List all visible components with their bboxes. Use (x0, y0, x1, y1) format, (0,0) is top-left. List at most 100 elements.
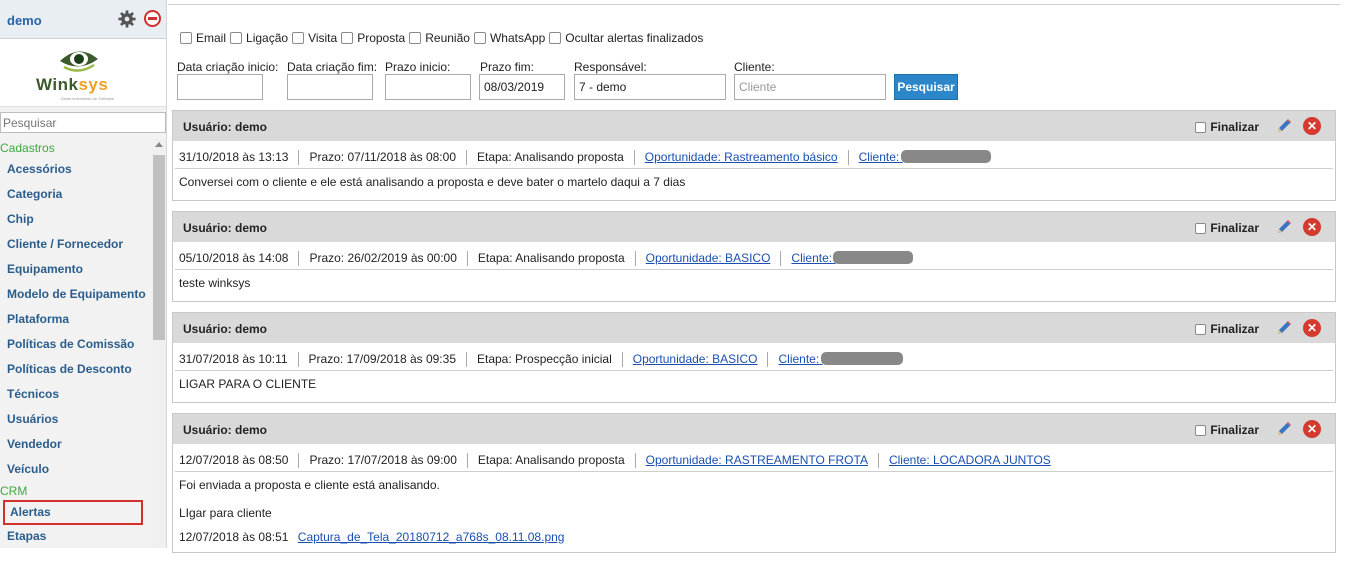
data-criacao-fim-input[interactable] (287, 74, 373, 100)
sidebar-item-cliente-fornecedor[interactable]: Cliente / Fornecedor (0, 232, 152, 257)
delete-alert-icon[interactable]: ✕ (1303, 319, 1321, 337)
checkbox-icon[interactable] (549, 32, 562, 44)
checkbox-icon[interactable] (473, 32, 486, 44)
checkbox-icon[interactable] (409, 32, 422, 44)
alert-card-header: Usuário: demo Finalizar ✕ (173, 111, 1335, 141)
delete-alert-icon[interactable]: ✕ (1303, 218, 1321, 236)
filter-reuniao-checkbox[interactable]: Reunião (409, 31, 470, 45)
filter-ocultar-finalizados-checkbox[interactable]: Ocultar alertas finalizados (549, 31, 703, 45)
alert-etapa: Etapa: Prospecção inicial (477, 352, 612, 366)
finalizar-checkbox[interactable]: Finalizar (1195, 221, 1259, 235)
alert-date: 12/07/2018 às 08:50 (179, 453, 289, 467)
scrollbar-thumb[interactable] (153, 155, 165, 340)
sidebar-search-wrap (0, 112, 166, 133)
alert-prazo: Prazo: 17/07/2018 às 09:00 (309, 453, 457, 467)
alert-oportunidade-link[interactable]: Oportunidade: RASTREAMENTO FROTA (646, 453, 868, 468)
checkbox-icon[interactable] (1195, 121, 1207, 133)
sidebar-item-vendedor[interactable]: Vendedor (0, 432, 152, 457)
sidebar-item-alertas[interactable]: Alertas (3, 500, 143, 525)
edit-pencil-icon[interactable] (1275, 319, 1293, 337)
checkbox-icon[interactable] (341, 32, 354, 44)
prazo-fim-label: Prazo fim: (480, 60, 535, 74)
edit-pencil-icon[interactable] (1275, 218, 1293, 236)
checkbox-icon[interactable] (292, 32, 305, 44)
checkbox-icon[interactable] (1195, 222, 1207, 234)
data-criacao-fim-label: Data criação fim: (287, 60, 378, 74)
scroll-up-arrow-icon[interactable] (155, 142, 163, 147)
filter-whatsapp-label: WhatsApp (489, 31, 546, 45)
finalizar-checkbox[interactable]: Finalizar (1195, 423, 1259, 437)
cliente-label: Cliente: (734, 60, 775, 74)
sidebar-item-veiculo[interactable]: Veículo (0, 457, 152, 482)
alert-type-filters: Email Ligação Visita Proposta Reunião Wh… (180, 29, 707, 47)
filter-whatsapp-checkbox[interactable]: WhatsApp (473, 31, 546, 45)
prazo-fim-input[interactable] (479, 74, 565, 100)
alert-cliente-link[interactable]: Cliente: (778, 352, 903, 367)
filter-email-label: Email (196, 31, 227, 45)
checkbox-icon[interactable] (1195, 323, 1207, 335)
sidebar-item-equipamento[interactable]: Equipamento (0, 257, 152, 282)
data-criacao-inicio-input[interactable] (177, 74, 263, 100)
alert-text: Conversei com o cliente e ele está anali… (179, 175, 686, 189)
sidebar-item-chip[interactable]: Chip (0, 207, 152, 232)
meta-separator (297, 352, 299, 367)
checkbox-icon[interactable] (1195, 424, 1207, 436)
checkbox-icon[interactable] (230, 32, 243, 44)
sidebar-item-acessorios[interactable]: Acessórios (0, 157, 152, 182)
meta-separator (767, 352, 769, 367)
filter-ligacao-checkbox[interactable]: Ligação (230, 31, 288, 45)
alert-user: Usuário: demo (183, 322, 268, 336)
current-user[interactable]: demo (7, 13, 42, 28)
cliente-input[interactable] (734, 74, 886, 100)
alert-text: LIGAR PARA O CLIENTE (179, 377, 317, 391)
sidebar-item-etapas[interactable]: Etapas (0, 525, 152, 548)
sidebar-scrollbar[interactable] (152, 139, 166, 548)
filter-visita-label: Visita (308, 31, 338, 45)
alert-cliente-link[interactable]: Cliente: LOCADORA JUNTOS (889, 453, 1051, 468)
alert-oportunidade-link[interactable]: Oportunidade: BASICO (646, 251, 771, 266)
alert-prazo: Prazo: 07/11/2018 às 08:00 (309, 150, 456, 164)
finalizar-label: Finalizar (1210, 322, 1259, 336)
alert-card: Usuário: demo Finalizar ✕ 05/10/2018 às … (172, 211, 1336, 302)
edit-pencil-icon[interactable] (1275, 420, 1293, 438)
finalizar-checkbox[interactable]: Finalizar (1195, 120, 1259, 134)
filter-proposta-label: Proposta (357, 31, 406, 45)
sidebar-item-politicas-desconto[interactable]: Políticas de Desconto (0, 357, 152, 382)
meta-separator (877, 453, 879, 468)
sidebar-item-tecnicos[interactable]: Técnicos (0, 382, 152, 407)
checkbox-icon[interactable] (180, 32, 192, 44)
meta-separator (780, 251, 782, 266)
alert-cliente-link[interactable]: Cliente: (859, 150, 991, 165)
sidebar-section-crm[interactable]: CRM (0, 482, 152, 500)
delete-alert-icon[interactable]: ✕ (1303, 420, 1321, 438)
finalizar-checkbox[interactable]: Finalizar (1195, 322, 1259, 336)
meta-separator (466, 453, 468, 468)
sidebar-section-cadastros[interactable]: Cadastros (0, 139, 152, 157)
alert-oportunidade-link[interactable]: Oportunidade: BASICO (633, 352, 758, 367)
sidebar-item-plataforma[interactable]: Plataforma (0, 307, 152, 332)
alert-meta: 12/07/2018 às 08:50 Prazo: 17/07/2018 às… (173, 444, 1335, 471)
alert-text: Foi enviada a proposta e cliente está an… (179, 478, 440, 492)
sidebar-item-politicas-comissao[interactable]: Políticas de Comissão (0, 332, 152, 357)
alert-cliente-link[interactable]: Cliente: (791, 251, 914, 266)
filter-email-checkbox[interactable]: Email (180, 31, 226, 45)
gear-icon[interactable] (118, 10, 136, 28)
filter-ocultar-finalizados-label: Ocultar alertas finalizados (565, 31, 704, 45)
responsavel-input[interactable] (574, 74, 726, 100)
alert-oportunidade-link[interactable]: Oportunidade: Rastreamento básico (645, 150, 838, 165)
sidebar-item-usuarios[interactable]: Usuários (0, 407, 152, 432)
filter-visita-checkbox[interactable]: Visita (292, 31, 337, 45)
filter-proposta-checkbox[interactable]: Proposta (341, 31, 405, 45)
delete-alert-icon[interactable]: ✕ (1303, 117, 1321, 135)
sidebar-item-modelo-equipamento[interactable]: Modelo de Equipamento (0, 282, 152, 307)
edit-pencil-icon[interactable] (1275, 117, 1293, 135)
search-button[interactable]: Pesquisar (894, 74, 958, 100)
logout-icon[interactable] (144, 10, 161, 27)
prazo-inicio-input[interactable] (385, 74, 471, 100)
prazo-inicio-label: Prazo inicio: (385, 60, 451, 74)
alert-date: 31/07/2018 às 10:11 (179, 352, 288, 366)
sidebar-item-categoria[interactable]: Categoria (0, 182, 152, 207)
attachment-link[interactable]: Captura_de_Tela_20180712_a768s_08.11.08.… (298, 530, 565, 544)
alert-text: teste winksys (179, 276, 251, 290)
sidebar-search-input[interactable] (0, 112, 166, 133)
